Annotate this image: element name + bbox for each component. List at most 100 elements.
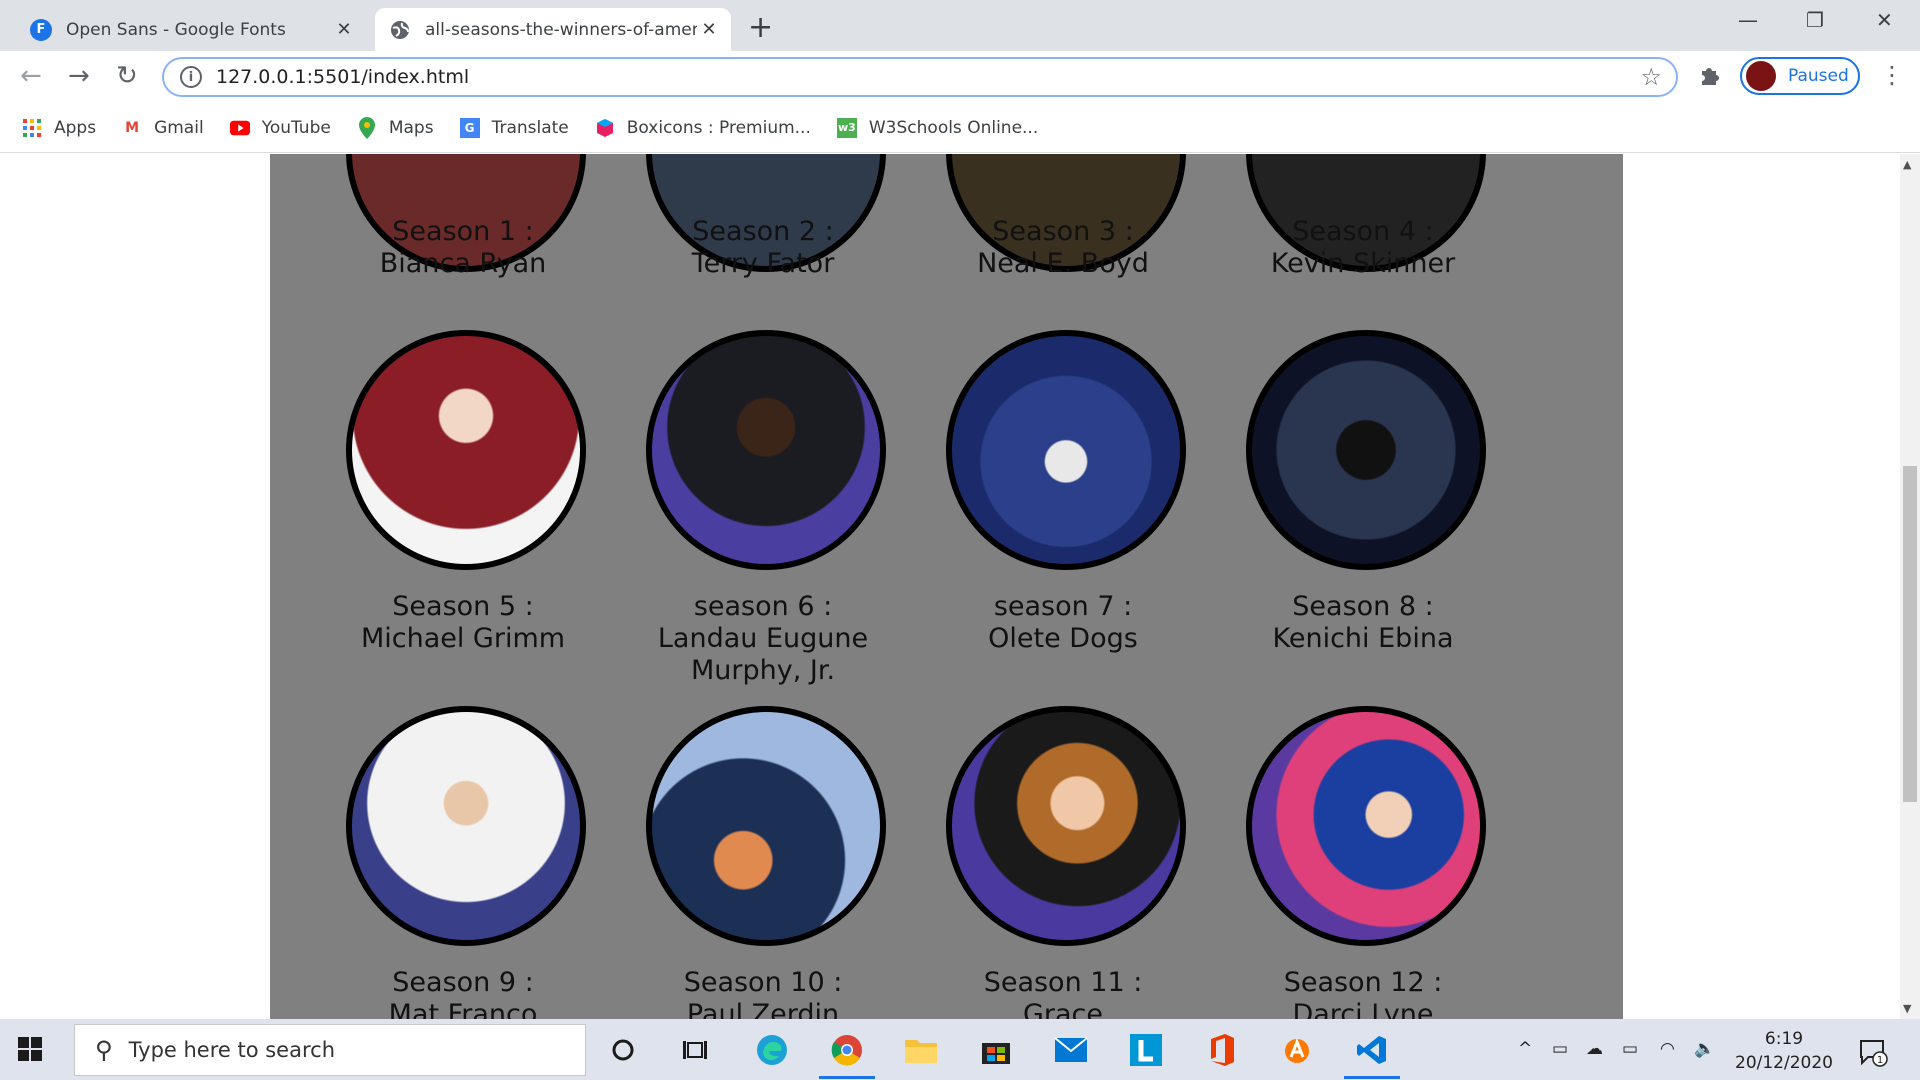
winner-card-season-7: season 7 : Olete Dogs (913, 591, 1213, 655)
profile-button[interactable]: Paused (1740, 57, 1860, 95)
season-label: Season 1 : (392, 216, 534, 247)
avatar (1746, 61, 1776, 91)
bookmark-translate[interactable]: G Translate (459, 117, 569, 138)
taskbar-search-box[interactable]: ⚲ Type here to search (74, 1024, 586, 1076)
winner-portrait-season-11 (946, 706, 1186, 946)
winner-card-season-11: Season 11 : Grace (913, 967, 1213, 1019)
battery-icon[interactable]: ▭ (1622, 1039, 1638, 1059)
mail-icon[interactable] (1052, 1031, 1090, 1069)
wifi-icon[interactable]: ◠ (1660, 1039, 1675, 1059)
minimize-button[interactable]: — (1738, 8, 1758, 32)
more-menu-icon[interactable]: ⋮ (1880, 61, 1904, 89)
address-bar[interactable]: i 127.0.0.1:5501/index.html ☆ (162, 57, 1678, 97)
bookmark-boxicons[interactable]: Boxicons : Premium... (595, 118, 811, 138)
bookmarks-bar: Apps M Gmail YouTube Maps G Translate Bo… (0, 103, 1920, 153)
vscode-active-indicator (1344, 1076, 1400, 1079)
system-clock[interactable]: 6:19 20/12/2020 (1730, 1027, 1838, 1075)
bookmark-w3schools[interactable]: w3 W3Schools Online... (836, 117, 1039, 138)
windows-taskbar: ⚲ Type here to search ^ ▭ ☁ ▭ ◠ 🔈 6:19 2… (0, 1019, 1920, 1080)
season-label: Season 10 : (683, 967, 843, 998)
back-arrow-icon[interactable]: ← (20, 61, 42, 91)
restore-button[interactable]: ❐ (1806, 8, 1824, 32)
onedrive-cloud-icon[interactable]: ☁ (1586, 1039, 1603, 1059)
file-explorer-icon[interactable] (902, 1031, 940, 1069)
l-app-icon[interactable] (1127, 1031, 1165, 1069)
edge-icon[interactable] (753, 1031, 791, 1069)
site-info-icon[interactable]: i (180, 66, 202, 88)
action-center-notification-icon[interactable]: 1 (1858, 1037, 1888, 1073)
notification-count: 1 (1877, 1055, 1883, 1066)
bookmark-apps[interactable]: Apps (22, 118, 96, 138)
bookmark-label: YouTube (261, 117, 331, 138)
season-label: Season 5 : (392, 591, 534, 622)
bookmark-label: W3Schools Online... (868, 117, 1039, 138)
winner-name: Bianca Ryan (379, 248, 547, 279)
bookmark-label: Apps (54, 117, 97, 138)
winner-card-season-6: season 6 : Landau Eugune Murphy, Jr. (613, 591, 913, 687)
search-icon: ⚲ (95, 1036, 113, 1064)
bookmark-label: Translate (491, 117, 569, 138)
winner-card-season-1: Season 1 : Bianca Ryan (313, 216, 613, 280)
volume-icon[interactable]: 🔈 (1694, 1039, 1715, 1059)
scrollbar-thumb[interactable] (1903, 466, 1917, 802)
office-icon[interactable] (1203, 1031, 1241, 1069)
maps-icon (357, 116, 377, 139)
url-text[interactable]: 127.0.0.1:5501/index.html (216, 66, 1640, 88)
bookmark-label: Boxicons : Premium... (626, 117, 811, 138)
winner-name: Kevin Skinner (1270, 248, 1456, 279)
scroll-up-arrow-icon[interactable]: ▲ (1903, 158, 1911, 171)
bookmark-gmail[interactable]: M Gmail (122, 118, 204, 138)
bookmark-youtube[interactable]: YouTube (229, 117, 331, 138)
season-label: Season 9 : (392, 967, 534, 998)
reload-icon[interactable]: ↻ (116, 61, 138, 91)
winner-portrait-season-6 (646, 330, 886, 570)
winner-card-season-2: Season 2 : Terry Fator (613, 216, 913, 280)
tab-google-fonts[interactable]: F Open Sans - Google Fonts ✕ (16, 8, 366, 51)
season-label: season 6 : (693, 591, 833, 622)
scroll-down-arrow-icon[interactable]: ▼ (1903, 1002, 1911, 1015)
profile-status-label: Paused (1788, 66, 1849, 86)
bookmark-star-icon[interactable]: ☆ (1640, 63, 1662, 91)
winner-name: Olete Dogs (988, 623, 1138, 654)
close-tab-icon[interactable]: ✕ (697, 19, 721, 40)
winner-name: Paul Zerdin (686, 999, 840, 1019)
meet-now-icon[interactable]: ▭ (1552, 1039, 1568, 1059)
boxicons-icon (595, 118, 615, 138)
google-fonts-favicon-icon: F (30, 18, 52, 41)
tab-current-page[interactable]: all-seasons-the-winners-of-amer ✕ (375, 8, 731, 51)
close-tab-icon[interactable]: ✕ (332, 19, 356, 40)
clock-date: 20/12/2020 (1735, 1053, 1833, 1073)
season-label: Season 12 : (1283, 967, 1443, 998)
globe-icon (389, 19, 411, 41)
task-view-icon[interactable] (676, 1031, 714, 1069)
w3schools-icon: w3 (836, 117, 857, 138)
bookmark-maps[interactable]: Maps (357, 116, 434, 139)
extensions-puzzle-icon[interactable] (1698, 63, 1722, 93)
winner-card-season-4: Season 4 : Kevin Skinner (1213, 216, 1513, 280)
close-window-button[interactable]: ✕ (1876, 8, 1893, 32)
winner-name-continued: Murphy, Jr. (690, 655, 836, 686)
winner-name: Kenichi Ebina (1272, 623, 1454, 654)
chrome-icon[interactable] (828, 1031, 866, 1069)
windows-start-icon[interactable] (18, 1037, 42, 1065)
vscode-icon[interactable] (1353, 1031, 1391, 1069)
winner-card-season-8: Season 8 : Kenichi Ebina (1213, 591, 1513, 655)
microsoft-store-icon[interactable] (977, 1031, 1015, 1069)
season-label: Season 3 : (992, 216, 1134, 247)
winner-name: Terry Fator (691, 248, 835, 279)
winner-card-season-3: Season 3 : Neal E. Boyd (913, 216, 1213, 280)
winners-gallery: Season 1 : Bianca Ryan Season 2 : Terry … (270, 154, 1623, 1019)
winner-name: Mat Franco (388, 999, 538, 1019)
avast-icon[interactable] (1278, 1031, 1316, 1069)
winner-card-season-9: Season 9 : Mat Franco (313, 967, 613, 1019)
winner-portrait-season-9 (346, 706, 586, 946)
winner-portrait-season-12 (1246, 706, 1486, 946)
cortana-icon[interactable] (604, 1031, 642, 1069)
new-tab-button[interactable]: + (748, 10, 773, 45)
show-hidden-icons-chevron-icon[interactable]: ^ (1518, 1039, 1532, 1059)
winner-portrait-season-8 (1246, 330, 1486, 570)
tab-title: all-seasons-the-winners-of-amer (425, 19, 697, 40)
winner-portrait-season-10 (646, 706, 886, 946)
forward-arrow-icon[interactable]: → (68, 61, 90, 91)
bookmark-label: Maps (388, 117, 434, 138)
